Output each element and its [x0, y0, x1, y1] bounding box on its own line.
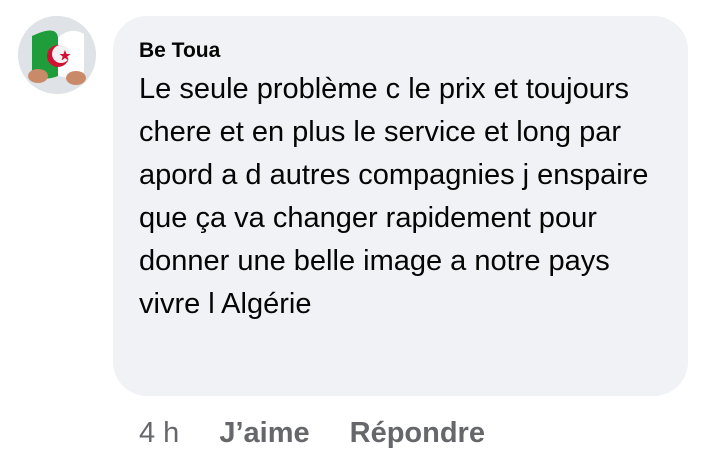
reply-button[interactable]: Répondre	[350, 417, 485, 450]
avatar[interactable]	[18, 16, 96, 94]
comment-author[interactable]: Be Toua	[139, 38, 668, 64]
comment-actions: 4 h J’aime Répondre	[139, 413, 485, 453]
comment-timestamp[interactable]: 4 h	[139, 417, 179, 450]
avatar-flag-icon	[18, 16, 96, 94]
like-button[interactable]: J’aime	[219, 417, 309, 450]
comment-bubble: Be Toua Le seule problème c le prix et t…	[113, 16, 688, 396]
comment-text: Le seule problème c le prix et toujours …	[139, 73, 649, 320]
